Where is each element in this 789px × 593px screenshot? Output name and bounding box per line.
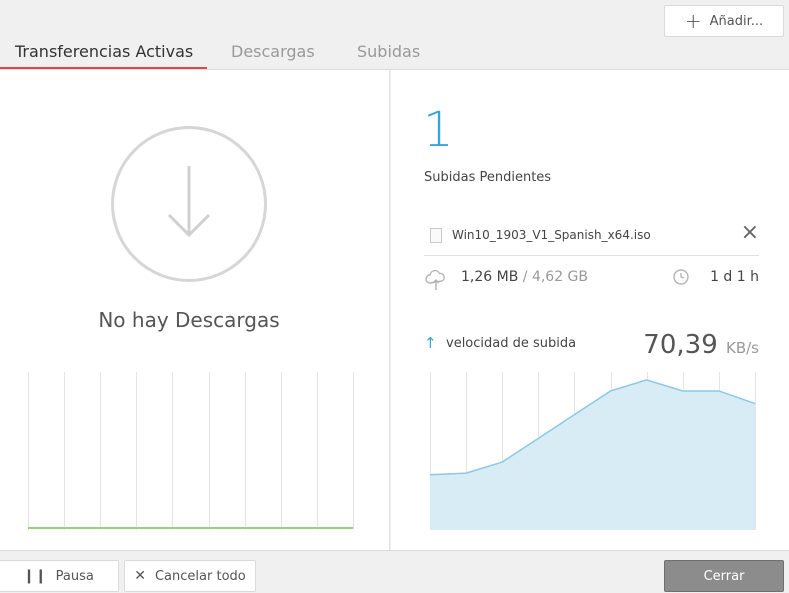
upload-speed-label: velocidad de subida: [446, 336, 577, 351]
footer: ❙❙ Pausa ✕ Cancelar todo Cerrar: [0, 550, 789, 593]
cloud-upload-icon: [425, 269, 445, 290]
cancel-all-button[interactable]: ✕ Cancelar todo: [124, 560, 256, 592]
downloads-panel: No hay Descargas: [0, 70, 390, 550]
total-size: 4,62 GB: [531, 269, 589, 285]
uploads-panel: 1 Subidas Pendientes Win10_1903_V1_Spani…: [391, 70, 789, 550]
pause-icon: ❙❙: [23, 568, 47, 584]
add-button-label: Añadir...: [709, 13, 764, 29]
size-separator: /: [522, 269, 528, 285]
plus-icon: +: [684, 9, 702, 33]
pending-upload-count: 1: [423, 102, 454, 158]
upload-stats-row: 1,26 MB / 4,62 GB 1 d 1 h: [424, 266, 759, 292]
upload-size-progress: 1,26 MB / 4,62 GB: [461, 269, 588, 285]
clock-icon: [673, 269, 689, 285]
file-icon: [430, 228, 442, 243]
tab-downloads[interactable]: Descargas: [231, 42, 315, 70]
upload-speed-unit: KB/s: [726, 339, 759, 357]
pause-label: Pausa: [55, 568, 94, 584]
close-icon: ✕: [134, 568, 146, 584]
cancel-all-label: Cancelar todo: [154, 568, 246, 584]
upload-speed-value: 70,39: [643, 330, 718, 360]
tab-uploads[interactable]: Subidas: [357, 42, 420, 70]
upload-file-name: Win10_1903_V1_Spanish_x64.iso: [452, 228, 651, 242]
active-tab-indicator: [0, 67, 207, 69]
empty-downloads-text: No hay Descargas: [98, 308, 280, 332]
close-label: Cerrar: [703, 568, 745, 584]
close-button[interactable]: Cerrar: [664, 560, 784, 592]
header: + Añadir... Transferencias Activas Desca…: [0, 0, 789, 70]
close-icon[interactable]: ×: [741, 222, 759, 244]
time-remaining: 1 d 1 h: [710, 269, 759, 285]
upload-file-row: Win10_1903_V1_Spanish_x64.iso ×: [424, 218, 759, 256]
upload-arrow-icon: ↑: [424, 334, 437, 352]
upload-speed-readout: 70,39 KB/s: [643, 330, 759, 360]
add-button[interactable]: + Añadir...: [664, 5, 784, 37]
uploaded-size: 1,26 MB: [461, 269, 519, 285]
upload-speed-row: ↑ velocidad de subida 70,39 KB/s: [424, 330, 759, 364]
pending-uploads-label: Subidas Pendientes: [424, 170, 552, 185]
tab-active-transfers[interactable]: Transferencias Activas: [15, 42, 193, 70]
download-speed-chart: [28, 372, 354, 530]
upload-speed-chart: [430, 372, 756, 530]
pause-button[interactable]: ❙❙ Pausa: [0, 560, 119, 592]
download-arrow-icon: [111, 126, 267, 282]
